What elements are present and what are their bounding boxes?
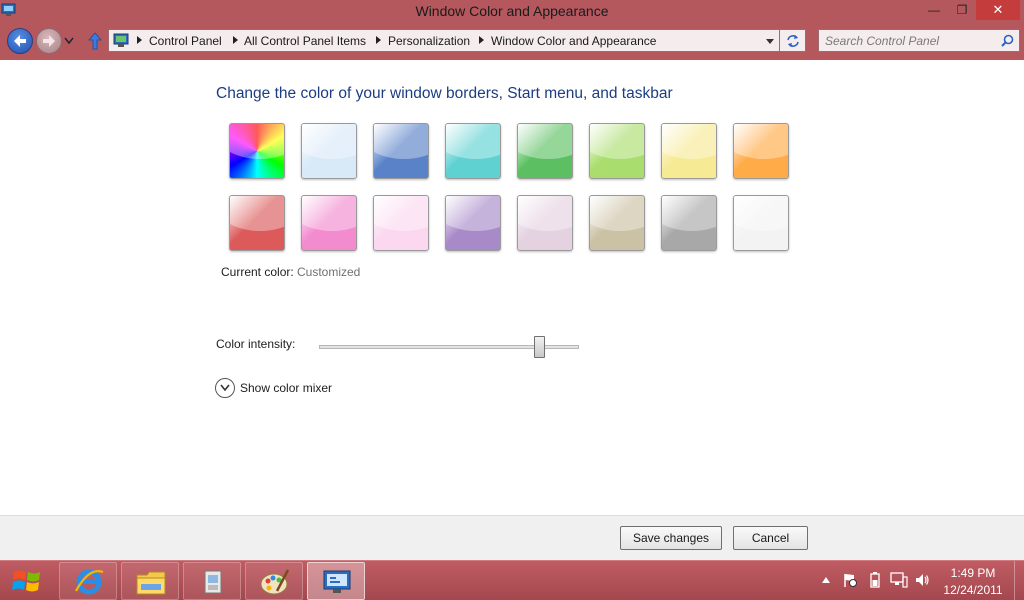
breadcrumb-all-items[interactable]: All Control Panel Items (244, 34, 366, 48)
restore-button[interactable]: ❐ (948, 0, 976, 20)
file-explorer-icon (136, 571, 166, 595)
close-button[interactable]: ✕ (976, 0, 1020, 20)
forward-button[interactable] (36, 28, 62, 54)
breadcrumb-separator-icon[interactable] (233, 36, 238, 44)
refresh-icon (786, 35, 799, 47)
current-color-label: Current color: (221, 265, 294, 279)
show-hidden-icons-chevron-up-icon[interactable] (822, 577, 830, 583)
swatch-violet[interactable] (445, 195, 501, 251)
back-arrow-icon (14, 35, 26, 47)
breadcrumb-personalization[interactable]: Personalization (388, 34, 470, 48)
search-icon[interactable] (1001, 34, 1014, 47)
taskbar-paint[interactable] (245, 562, 303, 600)
swatch-sea[interactable] (445, 123, 501, 179)
control-panel-icon (323, 570, 351, 593)
internet-explorer-icon (75, 569, 104, 595)
forward-arrow-icon (43, 35, 55, 47)
action-bar: Save changes Cancel (0, 515, 1024, 560)
swatch-lavender[interactable] (517, 195, 573, 251)
swatch-lime[interactable] (589, 123, 645, 179)
recent-pages-chevron-icon[interactable] (64, 37, 74, 45)
swatch-frost[interactable] (733, 195, 789, 251)
swatch-chocolate[interactable] (661, 195, 717, 251)
swatch-blush[interactable] (373, 195, 429, 251)
clock-date[interactable]: 12/24/2011 (940, 583, 1006, 597)
minimize-button[interactable]: — (920, 0, 948, 20)
swatch-twilight[interactable] (373, 123, 429, 179)
volume-icon[interactable] (914, 572, 930, 588)
paint-icon (260, 569, 290, 595)
current-color-value: Customized (297, 265, 361, 279)
cancel-button[interactable]: Cancel (733, 526, 808, 550)
battery-icon[interactable] (870, 572, 880, 588)
breadcrumb-control-panel[interactable]: Control Panel (149, 34, 222, 48)
address-history-chevron-icon[interactable] (766, 39, 774, 44)
color-intensity-slider-thumb[interactable] (534, 336, 545, 358)
back-button[interactable] (7, 28, 33, 54)
chevron-down-icon (220, 384, 230, 392)
breadcrumb-window-color[interactable]: Window Color and Appearance (491, 34, 656, 48)
color-intensity-label: Color intensity: (216, 337, 296, 351)
search-input[interactable] (825, 33, 995, 49)
save-changes-button[interactable]: Save changes (620, 526, 722, 550)
show-desktop-button[interactable] (1014, 561, 1024, 600)
swatch-taupe[interactable] (589, 195, 645, 251)
swatch-sky[interactable] (301, 123, 357, 179)
title-bar: Window Color and Appearance — ❐ ✕ (0, 0, 1024, 24)
program-icon (204, 570, 222, 594)
swatch-fuchsia[interactable] (301, 195, 357, 251)
address-bar[interactable]: Control Panel All Control Panel Items Pe… (108, 29, 780, 52)
swatch-pumpkin[interactable] (733, 123, 789, 179)
window-title: Window Color and Appearance (415, 3, 609, 19)
navigation-bar: Control Panel All Control Panel Items Pe… (0, 24, 1024, 60)
action-center-flag-icon[interactable] (842, 572, 858, 588)
search-box[interactable] (818, 29, 1020, 52)
show-color-mixer-label[interactable]: Show color mixer (240, 381, 332, 395)
swatch-leaf[interactable] (517, 123, 573, 179)
swatch-rainbow[interactable] (229, 123, 285, 179)
start-button[interactable] (0, 561, 54, 600)
clock-time[interactable]: 1:49 PM (940, 566, 1006, 580)
breadcrumb-separator-icon[interactable] (137, 36, 142, 44)
taskbar-control-panel[interactable] (307, 562, 365, 600)
breadcrumb-separator-icon[interactable] (376, 36, 381, 44)
swatch-ruby[interactable] (229, 195, 285, 251)
up-arrow-icon[interactable] (88, 32, 102, 50)
taskbar: 1:49 PM 12/24/2011 (0, 560, 1024, 600)
main-content: Change the color of your window borders,… (0, 60, 1024, 515)
breadcrumb-separator-icon[interactable] (479, 36, 484, 44)
swatch-lemon[interactable] (661, 123, 717, 179)
page-heading: Change the color of your window borders,… (216, 85, 673, 102)
taskbar-program[interactable] (183, 562, 241, 600)
network-icon[interactable] (890, 572, 908, 588)
taskbar-file-explorer[interactable] (121, 562, 179, 600)
control-panel-icon (113, 33, 129, 47)
taskbar-internet-explorer[interactable] (59, 562, 117, 600)
refresh-button[interactable] (780, 29, 806, 52)
show-color-mixer-button[interactable] (215, 378, 235, 398)
windows-logo-icon (12, 570, 40, 592)
